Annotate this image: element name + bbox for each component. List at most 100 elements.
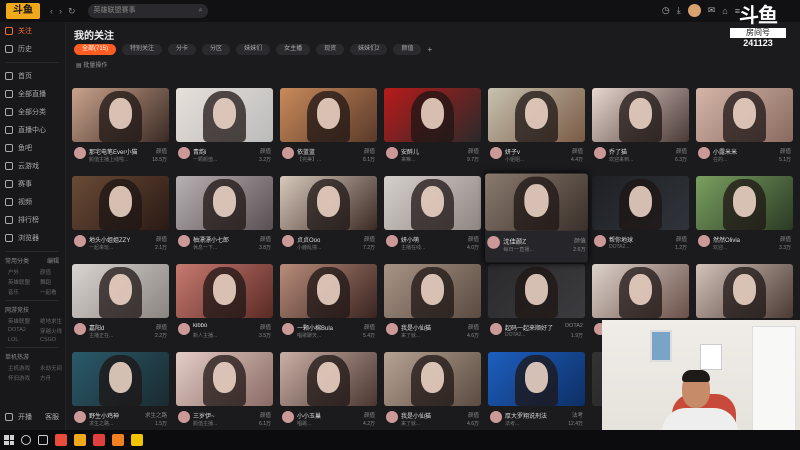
- streamer-avatar[interactable]: [698, 147, 710, 159]
- douyu-icon[interactable]: [74, 434, 86, 446]
- sidebar-sub-link[interactable]: 怀旧游戏: [8, 374, 32, 382]
- streamer-name[interactable]: 柚漂漂小七郎: [193, 235, 251, 244]
- stream-thumbnail[interactable]: [488, 352, 585, 406]
- sidebar-item[interactable]: 视频: [0, 193, 65, 211]
- sidebar-item[interactable]: 排行榜: [0, 211, 65, 229]
- refresh-icon[interactable]: ↻: [68, 6, 76, 17]
- streamer-name[interactable]: 青韵i: [193, 147, 251, 156]
- streamer-name[interactable]: 帮你地球: [609, 235, 667, 244]
- sidebar-item[interactable]: 浏览器: [0, 229, 65, 247]
- streamer-avatar[interactable]: [74, 411, 86, 423]
- sidebar-sub-link[interactable]: 主机游戏: [8, 364, 32, 372]
- batch-operation-button[interactable]: ▤ 批量操作: [76, 60, 107, 69]
- streamer-avatar[interactable]: [74, 147, 86, 159]
- stream-thumbnail[interactable]: [592, 88, 689, 142]
- stream-thumbnail[interactable]: [280, 264, 377, 318]
- streamer-name[interactable]: 野生小鸡神: [89, 411, 147, 420]
- streamer-name[interactable]: 然然Olivia: [713, 235, 771, 244]
- stream-card[interactable]: 小小玉巢 颜值 唱跳... 4.2万: [280, 352, 377, 436]
- stream-thumbnail[interactable]: [384, 88, 481, 142]
- sidebar-item[interactable]: 全部直播: [0, 85, 65, 103]
- streamer-name[interactable]: 小小玉巢: [297, 411, 355, 420]
- sidebar-item[interactable]: 云游戏: [0, 157, 65, 175]
- stream-card[interactable]: 贞贞Ooo 颜值 小鹿乱撞... 7.2万: [280, 176, 377, 260]
- streamer-name[interactable]: 小露米米: [713, 147, 771, 156]
- chrome-icon[interactable]: [55, 434, 67, 446]
- stream-thumbnail[interactable]: [176, 264, 273, 318]
- sidebar-sub-link[interactable]: DOTA2: [8, 327, 32, 335]
- stream-thumbnail[interactable]: [176, 88, 273, 142]
- streamer-avatar[interactable]: [594, 235, 606, 247]
- sidebar-group-header[interactable]: 网游竞技: [0, 305, 65, 317]
- history-icon[interactable]: ◷: [662, 5, 670, 16]
- sidebar-item[interactable]: 全部分类: [0, 103, 65, 121]
- streamer-avatar[interactable]: [178, 235, 190, 247]
- streamer-name[interactable]: 一颗小棉Bula: [297, 323, 355, 332]
- forward-arrow-icon[interactable]: ›: [59, 6, 62, 17]
- sidebar-group-header[interactable]: 单机热游: [0, 352, 65, 364]
- filter-chip[interactable]: 女主播: [276, 44, 311, 55]
- streamer-name[interactable]: 地头小姐姐ZZY: [89, 235, 147, 244]
- search-input[interactable]: 英雄联盟赛事 ⌕: [87, 4, 208, 18]
- stream-thumbnail[interactable]: [592, 264, 689, 318]
- sidebar-item[interactable]: 历史: [0, 40, 65, 58]
- stream-card[interactable]: 然然Olivia 颜值 欢迎... 3.3万: [696, 176, 793, 260]
- sidebar-sub-link[interactable]: 英雄联盟: [8, 317, 32, 325]
- streamer-name[interactable]: kibbo: [193, 323, 251, 329]
- douyu-logo[interactable]: 斗鱼: [6, 3, 40, 19]
- sidebar-item[interactable]: 赛事: [0, 175, 65, 193]
- streamer-avatar[interactable]: [594, 147, 606, 159]
- sidebar-group-header[interactable]: 常用分类 编辑: [0, 256, 65, 268]
- streamer-name[interactable]: 贞贞Ooo: [297, 235, 355, 244]
- streamer-name[interactable]: 妍子v: [505, 147, 563, 156]
- sidebar-item[interactable]: 关注: [0, 22, 65, 40]
- stream-card[interactable]: 那宅电笔Ever小猫 颜值 颜值主播上线啦... 18.5万: [72, 88, 169, 172]
- stream-thumbnail[interactable]: [176, 176, 273, 230]
- message-icon[interactable]: ✉: [708, 5, 716, 16]
- streamer-avatar[interactable]: [282, 323, 294, 335]
- windows-icon[interactable]: [4, 435, 14, 445]
- streamer-avatar[interactable]: [490, 411, 502, 423]
- sidebar-item[interactable]: 首页: [0, 67, 65, 85]
- stream-card[interactable]: 起码一起来顺好了 DOTA2 DOTA2... 1.9万: [488, 264, 585, 348]
- stream-card[interactable]: 三岁伊~ 颜值 颜值主播... 6.1万: [176, 352, 273, 436]
- filter-chip[interactable]: 分卡: [168, 44, 197, 55]
- stream-card[interactable]: 我是小仙猫 颜值 来了就... 4.6万: [384, 352, 481, 436]
- streamer-name[interactable]: 三岁伊~: [193, 411, 251, 420]
- stream-card[interactable]: 柚漂漂小七郎 颜值 休息一下... 3.8万: [176, 176, 273, 260]
- streamer-name[interactable]: 乔了猫: [609, 147, 667, 156]
- filter-chip[interactable]: 分区: [202, 44, 231, 55]
- streamer-avatar[interactable]: [386, 235, 398, 247]
- stream-card[interactable]: 依蓝蓝 颜值 【完美】... 8.1万: [280, 88, 377, 172]
- sidebar-sub-link[interactable]: 颜值: [40, 268, 64, 276]
- streamer-name[interactable]: 起码一起来顺好了: [505, 323, 563, 332]
- stream-thumbnail[interactable]: [384, 264, 481, 318]
- sidebar-sub-link[interactable]: 英雄联盟: [8, 278, 32, 286]
- app-yellow-icon[interactable]: [131, 434, 143, 446]
- streamer-name[interactable]: 安醉儿: [401, 147, 459, 156]
- stream-thumbnail[interactable]: [696, 176, 793, 230]
- search-icon[interactable]: ⌕: [199, 4, 203, 18]
- stream-thumbnail[interactable]: [488, 88, 585, 142]
- stream-card[interactable]: 地头小姐姐ZZY 颜值 一起来玩... 2.1万: [72, 176, 169, 260]
- stream-card[interactable]: 沈佳颜Z 颜值 每日一直播... 2.6万: [485, 173, 588, 263]
- sidebar-sub-link[interactable]: 绝地求生: [40, 317, 64, 325]
- stream-card[interactable]: 帮你地球 颜值 DOTA2... 1.2万: [592, 176, 689, 260]
- stream-thumbnail[interactable]: [72, 352, 169, 406]
- streamer-avatar[interactable]: [178, 411, 190, 423]
- sidebar-sub-link[interactable]: 一起看: [40, 288, 64, 296]
- sidebar-item[interactable]: 鱼吧: [0, 139, 65, 157]
- search-icon[interactable]: [21, 435, 31, 445]
- sidebar-sub-link[interactable]: CSGO: [40, 337, 64, 343]
- sidebar-sub-link[interactable]: 舞蹈: [40, 278, 64, 286]
- sidebar-sub-link[interactable]: 音乐: [8, 288, 32, 296]
- sidebar-item[interactable]: 直播中心: [0, 121, 65, 139]
- streamer-name[interactable]: 妍小萌: [401, 235, 459, 244]
- stream-thumbnail[interactable]: [72, 264, 169, 318]
- app-red-icon[interactable]: [93, 434, 105, 446]
- streamer-avatar[interactable]: [282, 147, 294, 159]
- streamer-name[interactable]: 嘉阳d: [89, 323, 147, 332]
- streamer-avatar[interactable]: [74, 235, 86, 247]
- sidebar-sub-link[interactable]: 永劫无间: [40, 364, 64, 372]
- streamer-avatar[interactable]: [490, 147, 502, 159]
